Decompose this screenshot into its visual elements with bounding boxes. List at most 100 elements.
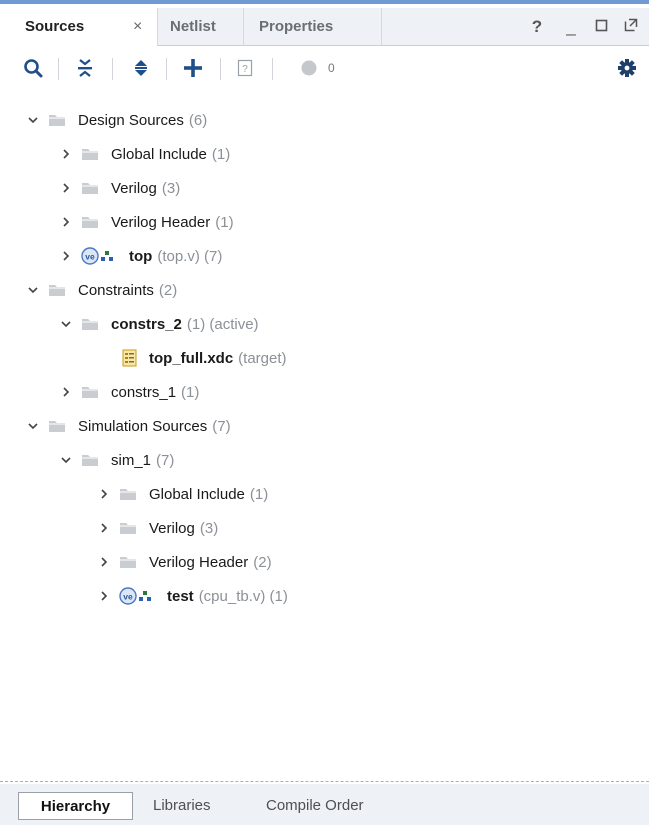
chevron-right-icon[interactable]	[60, 216, 72, 228]
tree-node-label: Verilog	[111, 179, 157, 197]
folder-icon	[49, 421, 65, 432]
tree-node-constrs-1[interactable]: constrs_1 (1)	[0, 375, 649, 409]
tree-node-sim-global-include[interactable]: Global Include (1)	[0, 477, 649, 511]
tree-node-count: (1)	[181, 383, 200, 401]
chevron-right-icon[interactable]	[98, 488, 110, 500]
chevron-right-icon[interactable]	[60, 148, 72, 160]
chevron-down-icon[interactable]	[60, 318, 72, 330]
toolbar-separator	[220, 58, 221, 80]
tree-node-label: test	[167, 587, 194, 605]
tree-node-label: Verilog Header	[149, 553, 249, 571]
chevron-right-icon[interactable]	[60, 386, 72, 398]
tree-node-verilog[interactable]: Verilog (3)	[0, 171, 649, 205]
tree-node-count: (cpu_tb.v) (1)	[198, 587, 288, 605]
folder-icon	[120, 523, 136, 534]
add-sources-button[interactable]	[180, 55, 206, 81]
tree-node-label: constrs_1	[111, 383, 177, 401]
folder-icon	[120, 489, 136, 500]
tree-node-sim-verilog-header[interactable]: Verilog Header (2)	[0, 545, 649, 579]
tree-node-constraints[interactable]: Constraints (2)	[0, 273, 649, 307]
float-button[interactable]	[622, 8, 640, 46]
minimize-button[interactable]: _	[562, 8, 580, 46]
status-dot-icon	[301, 60, 317, 76]
tab-netlist[interactable]: Netlist	[158, 8, 244, 46]
tree-node-verilog-header[interactable]: Verilog Header (1)	[0, 205, 649, 239]
collapse-all-button[interactable]	[72, 55, 98, 81]
tab-properties-label: Properties	[259, 18, 334, 35]
tree-node-count: (1)	[249, 485, 269, 503]
svg-text:ve: ve	[85, 252, 95, 262]
tree-node-test-module[interactable]: ve test (cpu_tb.v) (1)	[0, 579, 649, 613]
tree-node-global-include[interactable]: Global Include (1)	[0, 137, 649, 171]
chevron-right-icon[interactable]	[60, 182, 72, 194]
tree-node-sim-verilog[interactable]: Verilog (3)	[0, 511, 649, 545]
chevron-down-icon[interactable]	[27, 284, 39, 296]
tree-node-simulation-sources[interactable]: Simulation Sources (7)	[0, 409, 649, 443]
tree-node-label: Design Sources	[78, 111, 184, 129]
maximize-icon	[595, 19, 607, 32]
chevron-right-icon[interactable]	[60, 250, 72, 262]
tree-node-count: (7)	[212, 417, 231, 435]
tree-node-label: Global Include	[111, 145, 207, 163]
tree-node-label: Constraints	[78, 281, 154, 299]
tree-node-label: Verilog	[149, 519, 195, 537]
tree-node-sim-1[interactable]: sim_1 (7)	[0, 443, 649, 477]
tree-node-label: top_full.xdc	[149, 349, 234, 367]
tree-node-design-sources[interactable]: Design Sources (6)	[0, 103, 649, 137]
status-indicator[interactable]	[296, 55, 322, 81]
tree-node-top-module[interactable]: ve top (top.v) (7)	[0, 239, 649, 273]
collapse-all-icon	[78, 59, 92, 77]
tree-node-label: Simulation Sources	[78, 417, 208, 435]
bottom-divider	[0, 781, 649, 782]
tree-node-count: (1) (active)	[186, 315, 259, 333]
tab-compile-order[interactable]: Compile Order	[266, 792, 364, 820]
folder-icon	[82, 319, 98, 330]
tree-node-count: (3)	[161, 179, 181, 197]
search-button[interactable]	[20, 55, 46, 81]
svg-text:ve: ve	[123, 592, 133, 602]
folder-icon	[82, 217, 98, 228]
chevron-right-icon[interactable]	[98, 522, 110, 534]
tree-node-count: (target)	[238, 349, 287, 367]
chevron-down-icon[interactable]	[60, 454, 72, 466]
settings-button[interactable]	[614, 55, 640, 81]
chevron-down-icon[interactable]	[27, 114, 39, 126]
expand-all-button[interactable]	[128, 55, 154, 81]
tree-node-label: Global Include	[149, 485, 245, 503]
tab-hierarchy[interactable]: Hierarchy	[18, 792, 133, 820]
tab-libraries[interactable]: Libraries	[153, 792, 211, 820]
tree-node-count: (7)	[156, 451, 175, 469]
verilog-module-icon: ve	[119, 587, 151, 605]
help-button[interactable]: ?	[528, 8, 546, 46]
maximize-button[interactable]	[592, 8, 610, 46]
tab-sources[interactable]: Sources ×	[0, 8, 158, 46]
tree-node-count: (2)	[253, 553, 272, 571]
float-window-icon	[624, 18, 638, 32]
unknown-file-button[interactable]: ?	[232, 55, 258, 81]
tree-node-label: constrs_2	[111, 315, 182, 333]
chevron-right-icon[interactable]	[98, 590, 110, 602]
tree-node-count: (2)	[158, 281, 178, 299]
verilog-module-icon: ve	[81, 247, 113, 265]
tree-node-count: (1)	[215, 213, 234, 231]
tab-netlist-label: Netlist	[170, 18, 216, 35]
unknown-file-icon: ?	[237, 59, 253, 77]
chevron-right-icon[interactable]	[98, 556, 110, 568]
close-icon[interactable]: ×	[133, 8, 142, 46]
panel-tab-bar: Sources × Netlist Properties ? _	[0, 8, 649, 46]
folder-icon	[82, 183, 98, 194]
folder-icon	[49, 115, 65, 126]
tree-node-constrs-2[interactable]: constrs_2 (1) (active)	[0, 307, 649, 341]
gear-icon	[618, 59, 636, 77]
tree-node-label: Verilog Header	[111, 213, 211, 231]
status-count: 0	[328, 61, 335, 75]
tree-node-top-full-xdc[interactable]: top_full.xdc (target)	[0, 341, 649, 375]
tree-node-count: (3)	[199, 519, 219, 537]
search-icon	[24, 59, 43, 78]
chevron-down-icon[interactable]	[27, 420, 39, 432]
tab-sources-label: Sources	[25, 18, 85, 35]
tree-node-count: (6)	[188, 111, 208, 129]
folder-icon	[82, 149, 98, 160]
toolbar-separator	[272, 58, 273, 80]
tab-properties[interactable]: Properties	[244, 8, 382, 46]
